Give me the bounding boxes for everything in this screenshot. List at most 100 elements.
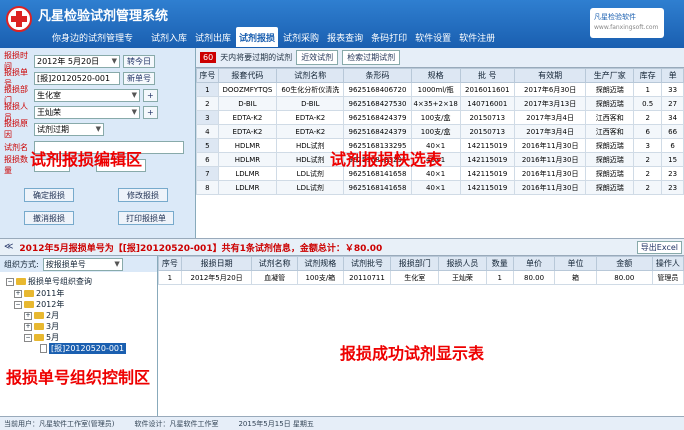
column-header[interactable]: 操作人 <box>651 256 684 271</box>
number-field[interactable]: [报]20120520-001 <box>34 71 120 85</box>
table-cell: 40×1 <box>410 180 461 195</box>
modify-loss-button[interactable]: 修改报损 <box>118 188 168 202</box>
tree-year-2012[interactable]: − 2012年 <box>14 299 64 310</box>
column-header[interactable]: 金额 <box>595 256 653 271</box>
expand-icon[interactable]: + <box>24 311 32 320</box>
table-cell: 2 <box>633 110 663 125</box>
table-cell: 9625168406720 <box>343 82 412 97</box>
tree-month-3[interactable]: + 3月 <box>24 321 59 332</box>
chevron-down-icon: ▼ <box>95 125 101 133</box>
column-header[interactable]: 报损日期 <box>180 256 253 271</box>
collapse-icon[interactable]: − <box>14 300 22 309</box>
tree-root[interactable]: − 报损单号组织查询 <box>6 276 92 287</box>
tree-order-selected[interactable]: [报]20120520-001 <box>40 343 127 354</box>
add-person-button[interactable]: + <box>143 105 158 119</box>
chevron-down-icon: ▼ <box>114 260 120 268</box>
quick-table-row[interactable]: 3 EDTA-K2 EDTA-K2 9625168424379 100支/盒 201507… <box>196 110 684 125</box>
recent-reagents-button[interactable]: 近效试剂 <box>296 50 339 65</box>
nav-barcode[interactable]: 条码打印 <box>368 27 410 47</box>
column-header[interactable]: 序号 <box>196 68 219 83</box>
reason-select[interactable]: 试剂过期 ▼ <box>34 122 104 136</box>
cancel-loss-button[interactable]: 撤消报损 <box>24 211 74 225</box>
table-cell: 33 <box>661 82 684 97</box>
nav-stock-out[interactable]: 试剂出库 <box>192 27 234 47</box>
tree-month-label: 3月 <box>46 322 60 331</box>
table-cell: 王灿荣 <box>438 270 487 285</box>
date-picker[interactable]: 2012年 5月20日 ▼ <box>34 54 120 68</box>
column-header[interactable]: 试剂批号 <box>342 256 392 271</box>
table-cell: 1 <box>485 270 514 285</box>
expand-icon[interactable]: + <box>24 322 32 331</box>
tree-month-2[interactable]: + 2月 <box>24 310 59 321</box>
table-cell: 66 <box>661 124 684 139</box>
chevron-down-icon: ▼ <box>111 57 117 65</box>
column-header[interactable]: 生产厂家 <box>585 68 635 83</box>
table-cell: 2 <box>633 152 663 167</box>
export-excel-button[interactable]: 导出Excel <box>636 241 682 254</box>
result-table: 序号 报损日期 试剂名称 试剂规格 试剂批号 报损部门 报损人员 数量 单价 单… <box>158 256 684 285</box>
brand-logo: 凡星检验软件 www.fanxingsoft.com <box>590 8 664 38</box>
table-cell: 20150713 <box>459 124 515 139</box>
search-expired-button[interactable]: 检索过期试剂 <box>342 50 401 65</box>
column-header[interactable]: 报损部门 <box>390 256 440 271</box>
expand-icon[interactable]: + <box>14 289 22 298</box>
table-cell: 80.00 <box>595 270 653 285</box>
column-header[interactable]: 试剂名称 <box>276 68 345 83</box>
table-cell: 生化室 <box>390 270 440 285</box>
quick-table-row[interactable]: 2 D-BIL D-BIL 9625168427530 4×35+2×18 1407160… <box>196 96 684 111</box>
column-header[interactable]: 规格 <box>410 68 461 83</box>
confirm-loss-button[interactable]: 确定报损 <box>24 188 74 202</box>
nav-reports[interactable]: 报表查询 <box>324 27 366 47</box>
add-dept-button[interactable]: + <box>143 88 158 102</box>
person-select[interactable]: 王灿荣 ▼ <box>34 105 140 119</box>
column-header[interactable]: 单位 <box>554 256 597 271</box>
table-cell: 100支/盒 <box>410 124 461 139</box>
collapse-icon[interactable]: − <box>24 333 32 342</box>
quick-table-header: 序号 报套代码 试剂名称 条形码 规格 批 号 有效期 生产厂家 库存 单 <box>196 68 684 83</box>
tree-year-2011[interactable]: + 2011年 <box>14 288 64 299</box>
table-cell: EDTA-K2 <box>217 110 278 125</box>
tree-mode-select[interactable]: 按报损单号 ▼ <box>42 257 123 271</box>
nav-stock-in[interactable]: 试剂入库 <box>148 27 190 47</box>
collapse-icon[interactable]: ≪ <box>4 242 13 252</box>
collapse-icon[interactable]: − <box>6 277 14 286</box>
nav-settings[interactable]: 软件设置 <box>412 27 454 47</box>
quick-table-row[interactable]: 8 LDLMR LDL试剂 9625168141658 40×1 142115019 201… <box>196 180 684 195</box>
print-loss-button[interactable]: 打印报损单 <box>118 211 174 225</box>
quick-table-row[interactable]: 4 EDTA-K2 EDTA-K2 9625168424379 100支/盒 201507… <box>196 124 684 139</box>
column-header[interactable]: 条形码 <box>343 68 412 83</box>
column-header[interactable]: 数量 <box>485 256 514 271</box>
table-cell: HDLMR <box>217 152 278 167</box>
person-value: 王灿荣 <box>37 107 61 117</box>
table-cell: 1000ml/瓶 <box>410 82 461 97</box>
column-header[interactable]: 有效期 <box>513 68 587 83</box>
result-table-row[interactable]: 1 2012年5月20日 血凝管 100支/箱 20110711 生化室 王灿荣 1 80.00… <box>158 270 684 285</box>
table-cell: EDTA-K2 <box>276 124 345 139</box>
folder-icon <box>34 312 44 319</box>
quick-table-row[interactable]: 1 DOOZMFYTQS 60生化分析仪清洗 9625168406720 1000ml/… <box>196 82 684 97</box>
status-bar: 当前用户：凡星软件工作室(管理员) 软件设计：凡星软件工作室 2015年5月15… <box>0 416 684 430</box>
table-cell: 6 <box>196 152 219 167</box>
column-header[interactable]: 报损人员 <box>438 256 487 271</box>
table-cell: 2017年3月13日 <box>513 96 587 111</box>
column-header[interactable]: 报套代码 <box>217 68 278 83</box>
table-cell: 4×35+2×18 <box>410 96 461 111</box>
tree-root-label: 报损单号组织查询 <box>28 277 92 286</box>
nav-register[interactable]: 软件注册 <box>456 27 498 47</box>
new-number-button[interactable]: 新单号 <box>123 71 155 85</box>
column-header[interactable]: 库存 <box>633 68 663 83</box>
dept-select[interactable]: 生化室 ▼ <box>34 88 140 102</box>
column-header[interactable]: 单价 <box>512 256 556 271</box>
table-cell: 27 <box>661 96 684 111</box>
column-header[interactable]: 单 <box>661 68 684 83</box>
column-header[interactable]: 序号 <box>158 256 182 271</box>
tree-month-5[interactable]: − 5月 <box>24 332 59 343</box>
column-header[interactable]: 批 号 <box>459 68 515 83</box>
table-cell: 探朗迈瑞 <box>585 138 635 153</box>
nav-loss-report[interactable]: 试剂报损 <box>236 27 279 47</box>
today-button[interactable]: 转今日 <box>123 54 155 68</box>
column-header[interactable]: 试剂名称 <box>251 256 298 271</box>
table-cell: 2016年11月30日 <box>513 138 587 153</box>
column-header[interactable]: 试剂规格 <box>297 256 344 271</box>
nav-purchase[interactable]: 试剂采购 <box>280 27 322 47</box>
